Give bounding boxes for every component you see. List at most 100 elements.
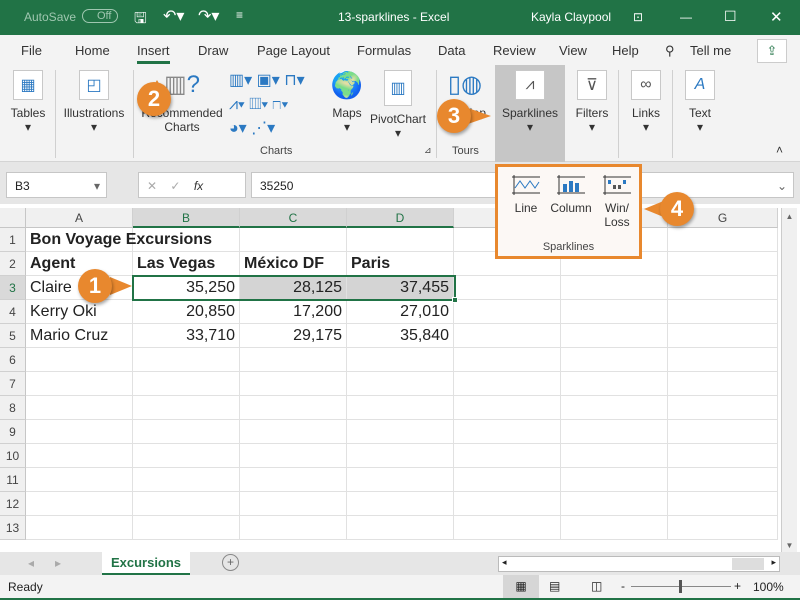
cell[interactable] xyxy=(668,228,778,252)
cell[interactable] xyxy=(26,516,133,540)
select-all[interactable] xyxy=(0,208,26,228)
cell[interactable] xyxy=(454,300,561,324)
redo-icon[interactable]: ↷▾ xyxy=(198,6,219,26)
undo-icon[interactable]: ↶▾ xyxy=(163,6,184,26)
cell[interactable] xyxy=(240,372,347,396)
cell[interactable] xyxy=(561,300,668,324)
collapse-ribbon-icon[interactable]: ˄ xyxy=(776,143,783,157)
cell[interactable]: 37,455 xyxy=(347,276,454,300)
tab-page-layout[interactable]: Page Layout xyxy=(257,43,330,58)
tab-data[interactable]: Data xyxy=(438,43,465,58)
cell[interactable]: 17,200 xyxy=(240,300,347,324)
cell[interactable] xyxy=(240,468,347,492)
cell[interactable] xyxy=(454,396,561,420)
scroll-sheets-right-icon[interactable]: ▸ xyxy=(55,556,61,570)
cell[interactable] xyxy=(26,348,133,372)
cell[interactable] xyxy=(26,444,133,468)
tab-help[interactable]: Help xyxy=(612,43,639,58)
minimize-icon[interactable]: — xyxy=(680,10,692,24)
horizontal-scrollbar[interactable]: ◂ ▸ xyxy=(498,556,780,572)
cell[interactable] xyxy=(454,348,561,372)
sparklines-button[interactable]: ⩘ Sparklines ▾ xyxy=(495,65,565,162)
cell[interactable] xyxy=(26,492,133,516)
row-header[interactable]: 1 xyxy=(0,228,26,252)
cell[interactable] xyxy=(668,276,778,300)
tab-home[interactable]: Home xyxy=(75,43,110,58)
cell[interactable] xyxy=(561,492,668,516)
cell[interactable]: Agent xyxy=(26,252,133,276)
illustrations-button[interactable]: ◰ Illustrations ▾ xyxy=(60,70,128,134)
cell[interactable]: Paris xyxy=(347,252,454,276)
row-header[interactable]: 6 xyxy=(0,348,26,372)
tell-me[interactable]: Tell me xyxy=(690,43,731,58)
cell[interactable] xyxy=(26,420,133,444)
cell[interactable] xyxy=(133,444,240,468)
text-button[interactable]: A Text ▾ xyxy=(680,70,720,134)
tab-view[interactable]: View xyxy=(559,43,587,58)
tables-button[interactable]: ▦ Tables ▾ xyxy=(8,70,48,134)
cell[interactable] xyxy=(26,396,133,420)
cell[interactable] xyxy=(240,492,347,516)
zoom-level[interactable]: 100% xyxy=(753,580,784,594)
column-header-a[interactable]: A xyxy=(26,208,133,228)
cell[interactable]: 29,175 xyxy=(240,324,347,348)
sparkline-winloss-button[interactable]: Win/Loss xyxy=(595,173,639,229)
sheet-tab-excursions[interactable]: Excursions xyxy=(102,552,190,575)
cell[interactable] xyxy=(561,324,668,348)
customize-qat-icon[interactable]: ≡ xyxy=(236,8,243,22)
fill-handle[interactable] xyxy=(452,297,458,303)
cell[interactable] xyxy=(26,372,133,396)
row-header[interactable]: 5 xyxy=(0,324,26,348)
zoom-slider[interactable] xyxy=(631,580,731,593)
cell[interactable] xyxy=(133,516,240,540)
normal-view-icon[interactable]: ▦ xyxy=(503,575,539,598)
page-layout-view-icon[interactable]: ▤ xyxy=(549,579,560,593)
row-header[interactable]: 7 xyxy=(0,372,26,396)
cell[interactable] xyxy=(240,348,347,372)
row-header[interactable]: 4 xyxy=(0,300,26,324)
cell[interactable] xyxy=(561,420,668,444)
cell[interactable] xyxy=(668,372,778,396)
column-header-d[interactable]: D xyxy=(347,208,454,228)
cell[interactable]: Kerry Oki xyxy=(26,300,133,324)
cell[interactable] xyxy=(668,324,778,348)
scroll-sheets-left-icon[interactable]: ◂ xyxy=(28,556,34,570)
cell[interactable] xyxy=(454,444,561,468)
cell[interactable] xyxy=(561,348,668,372)
cell[interactable] xyxy=(668,492,778,516)
cell[interactable] xyxy=(133,228,240,252)
row-header[interactable]: 9 xyxy=(0,420,26,444)
row-header[interactable]: 8 xyxy=(0,396,26,420)
cell[interactable] xyxy=(133,396,240,420)
cell[interactable] xyxy=(454,276,561,300)
enter-icon[interactable]: ✓ xyxy=(170,179,180,193)
cell[interactable] xyxy=(454,516,561,540)
row-header[interactable]: 2 xyxy=(0,252,26,276)
cell[interactable] xyxy=(561,276,668,300)
tab-file[interactable]: File xyxy=(21,43,42,58)
links-button[interactable]: ∞ Links ▾ xyxy=(626,70,666,134)
search-icon[interactable]: ⚲ xyxy=(665,43,675,59)
cell[interactable] xyxy=(668,348,778,372)
sparkline-column-button[interactable]: Column xyxy=(547,173,595,215)
filters-button[interactable]: ⊽ Filters ▾ xyxy=(572,70,612,134)
pivotchart-button[interactable]: ▥ PivotChart ▾ xyxy=(368,70,428,140)
cell[interactable] xyxy=(561,468,668,492)
new-sheet-icon[interactable]: + xyxy=(222,554,239,571)
tab-insert[interactable]: Insert xyxy=(137,43,170,64)
autosave-toggle[interactable]: Off xyxy=(82,9,119,23)
cell[interactable] xyxy=(668,300,778,324)
row-header[interactable]: 10 xyxy=(0,444,26,468)
cell[interactable] xyxy=(347,396,454,420)
cell[interactable] xyxy=(347,348,454,372)
cell[interactable]: 27,010 xyxy=(347,300,454,324)
tab-review[interactable]: Review xyxy=(493,43,536,58)
save-icon[interactable]: 🖫 xyxy=(134,8,147,33)
cell[interactable] xyxy=(668,252,778,276)
column-header-c[interactable]: C xyxy=(240,208,347,228)
cell[interactable] xyxy=(347,516,454,540)
zoom-out-icon[interactable]: - xyxy=(621,579,625,593)
cell[interactable]: 35,250 xyxy=(133,276,240,300)
chart-type-buttons[interactable]: ▥▾ ▣▾ ⊓▾ ⩘▾ ▥▾ ⊓▾ ◕▾ ⋰▾ xyxy=(229,69,324,141)
cell[interactable] xyxy=(668,468,778,492)
